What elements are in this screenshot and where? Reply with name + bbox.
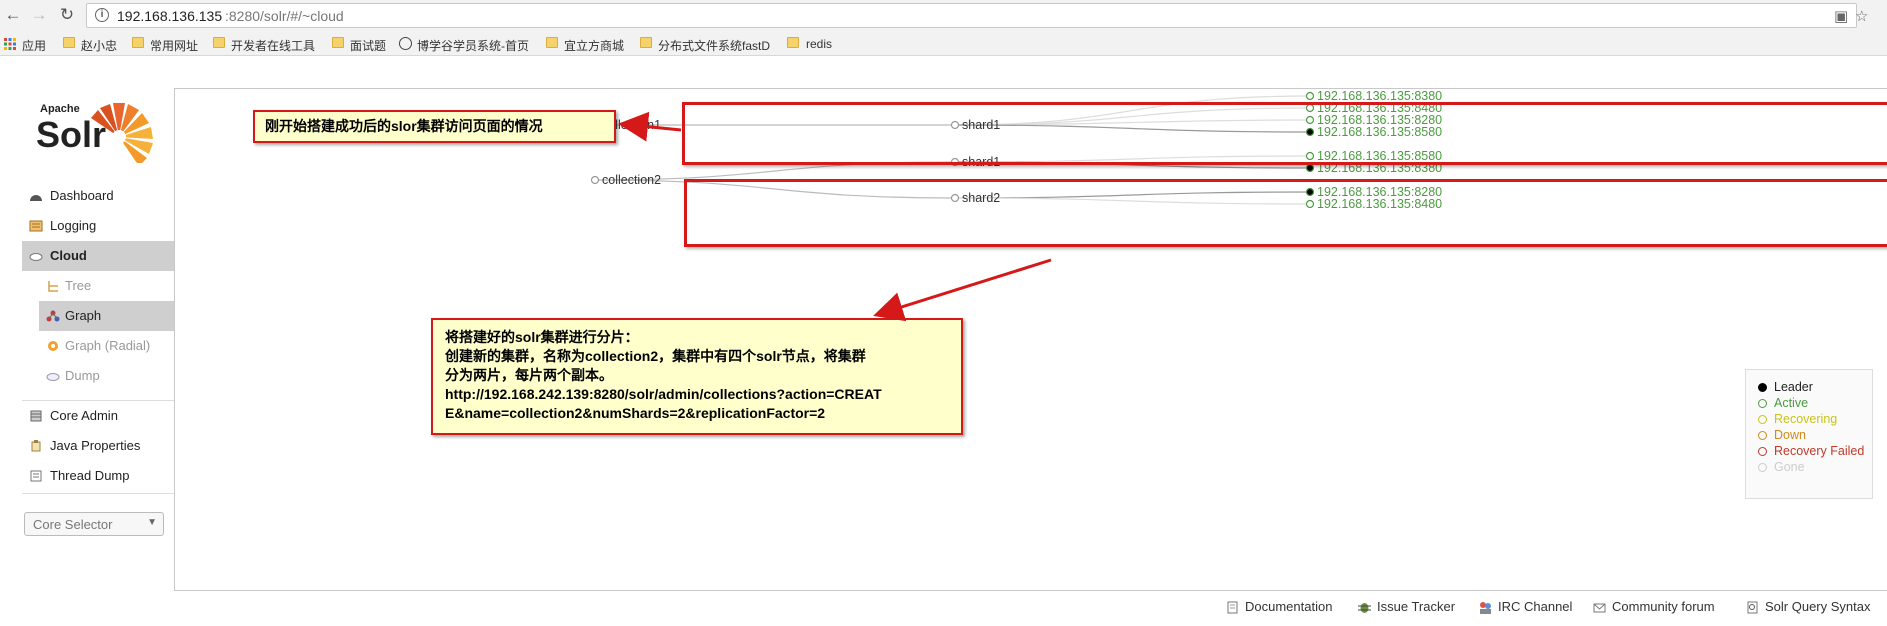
irc-channel-icon	[1479, 601, 1492, 614]
core-selector[interactable]: Core Selector ▼	[24, 512, 164, 536]
back-icon[interactable]: ←	[2, 4, 24, 26]
state-dot-icon	[1758, 447, 1767, 456]
bookmark-item[interactable]: 赵小忠	[81, 37, 117, 54]
legend-label: Recovering	[1774, 412, 1838, 426]
sidebar-item-label: Core Admin	[50, 408, 118, 423]
annotation-callout-bottom: 将搭建好的solr集群进行分片： 创建新的集群，名称为collection2，集…	[431, 318, 963, 435]
bookmark-item[interactable]: 常用网址	[150, 37, 198, 54]
tree-icon	[46, 280, 60, 292]
sidebar-item-core-admin[interactable]: Core Admin	[22, 401, 174, 431]
dump-icon	[46, 370, 60, 382]
collection-node[interactable]	[590, 175, 600, 185]
solr-query-syntax-icon	[1746, 601, 1759, 614]
sidebar-item-label: Java Properties	[50, 438, 141, 453]
state-dot-icon	[1758, 399, 1767, 408]
bookmarks-bar: 应用 赵小忠 常用网址 开发者在线工具 面试题 博学谷学员系统-首页 宜立方商城…	[0, 32, 1887, 56]
browser-toolbar: ← → ↻ i 192.168.136.135 :8280/solr/#/~cl…	[0, 0, 1887, 32]
java-properties-icon	[29, 440, 43, 452]
address-bar[interactable]: i 192.168.136.135 :8280/solr/#/~cloud ▣ …	[86, 3, 1868, 28]
annotation-highlight-collection2	[684, 179, 1887, 247]
sidebar-item-label: Graph (Radial)	[65, 338, 151, 353]
bookmark-item[interactable]: redis	[806, 37, 832, 51]
solr-logo[interactable]: Apache Solr	[34, 97, 156, 166]
footer: Documentation Issue Tracker IRC Channel …	[0, 596, 1887, 626]
forward-icon[interactable]: →	[28, 4, 50, 26]
state-dot-icon	[1758, 431, 1767, 440]
sidebar-item-cloud[interactable]: Cloud	[22, 241, 174, 271]
annotation-line: http://192.168.242.139:8280/solr/admin/c…	[445, 386, 882, 402]
state-dot-icon	[1758, 463, 1767, 472]
sidebar-item-tree[interactable]: Tree	[22, 271, 174, 301]
folder-icon	[132, 37, 144, 48]
sidebar-item-label: Logging	[50, 218, 97, 233]
reload-icon[interactable]: ↻	[56, 4, 78, 26]
documentation-icon	[1226, 601, 1239, 614]
sidebar-item-label: Cloud	[50, 248, 87, 263]
apps-grid-icon[interactable]	[4, 38, 16, 50]
graph-radial-icon	[46, 340, 60, 352]
solr-text: Solr	[36, 114, 106, 155]
nav-divider	[22, 493, 174, 494]
annotation-text: 刚开始搭建成功后的slor集群访问页面的情况	[265, 118, 543, 134]
sidebar-item-dashboard[interactable]: Dashboard	[22, 181, 174, 211]
community-forum-icon	[1593, 601, 1606, 614]
sidebar-item-label: Graph	[65, 308, 102, 323]
annotation-callout-top: 刚开始搭建成功后的slor集群访问页面的情况	[253, 110, 616, 143]
folder-icon	[332, 37, 344, 48]
collection-label: collection2	[602, 173, 661, 187]
bookmark-apps[interactable]: 应用	[22, 37, 46, 54]
bookmark-item[interactable]: 博学谷学员系统-首页	[417, 37, 529, 54]
legend-label: Active	[1774, 396, 1809, 410]
translate-icon[interactable]: ▣	[1834, 7, 1848, 25]
bookmark-item[interactable]: 开发者在线工具	[231, 37, 315, 54]
annotation-line: E&name=collection2&numShards=2&replicati…	[445, 405, 826, 421]
sidebar-item-label: Dashboard	[50, 188, 114, 203]
graph-icon	[46, 310, 60, 322]
annotation-line: 将搭建好的solr集群进行分片：	[445, 329, 639, 345]
annotation-highlight-collection1	[682, 102, 1887, 165]
annotation-line: 创建新的集群，名称为collection2，集群中有四个solr节点，将集群	[445, 348, 866, 364]
legend-label: Down	[1774, 428, 1806, 442]
core-admin-icon	[29, 410, 43, 422]
address-path: :8280/solr/#/~cloud	[225, 8, 344, 24]
folder-icon	[640, 37, 652, 48]
bookmark-item[interactable]: 宜立方商城	[564, 37, 624, 54]
folder-icon	[787, 37, 799, 48]
bookmark-item[interactable]: 分布式文件系统fastD	[658, 37, 770, 54]
folder-icon	[213, 37, 225, 48]
dashboard-icon	[29, 190, 43, 202]
core-selector-label: Core Selector	[33, 517, 113, 532]
legend-label: Gone	[1774, 460, 1805, 474]
state-dot-icon	[1758, 415, 1767, 424]
bookmark-item[interactable]: 面试题	[350, 37, 386, 54]
legend-label: Recovery Failed	[1774, 444, 1865, 458]
folder-icon	[63, 37, 75, 48]
cloud-icon	[29, 250, 43, 262]
chevron-down-icon: ▼	[147, 517, 157, 528]
site-icon	[399, 37, 412, 50]
logging-icon	[29, 220, 43, 232]
info-icon[interactable]: i	[95, 8, 109, 22]
replica-node[interactable]	[1305, 91, 1315, 101]
folder-icon	[546, 37, 558, 48]
state-legend: Leader Active Recovering Down Recovery Faile…	[1745, 369, 1873, 499]
sidebar-item-label: Dump	[65, 368, 100, 383]
annotation-line: 分为两片，每片两个副本。	[445, 367, 613, 383]
replica-node[interactable]	[1305, 163, 1315, 173]
sidebar-item-label: Tree	[65, 278, 92, 293]
sidebar-item-label: Thread Dump	[50, 468, 130, 483]
sidebar-item-dump[interactable]: Dump	[22, 361, 174, 391]
legend-label: Leader	[1774, 380, 1813, 394]
thread-dump-icon	[29, 470, 43, 482]
issue-tracker-icon	[1358, 601, 1371, 614]
sidebar-item-graph[interactable]: Graph	[39, 301, 174, 331]
sidebar-item-graph-radial[interactable]: Graph (Radial)	[22, 331, 174, 361]
state-dot-icon	[1758, 383, 1767, 392]
address-host: 192.168.136.135	[117, 8, 223, 24]
sidebar-item-logging[interactable]: Logging	[22, 211, 174, 241]
bookmark-star-icon[interactable]: ☆	[1855, 7, 1868, 25]
sidebar-item-java-properties[interactable]: Java Properties	[22, 431, 174, 461]
sidebar-item-thread-dump[interactable]: Thread Dump	[22, 461, 174, 491]
